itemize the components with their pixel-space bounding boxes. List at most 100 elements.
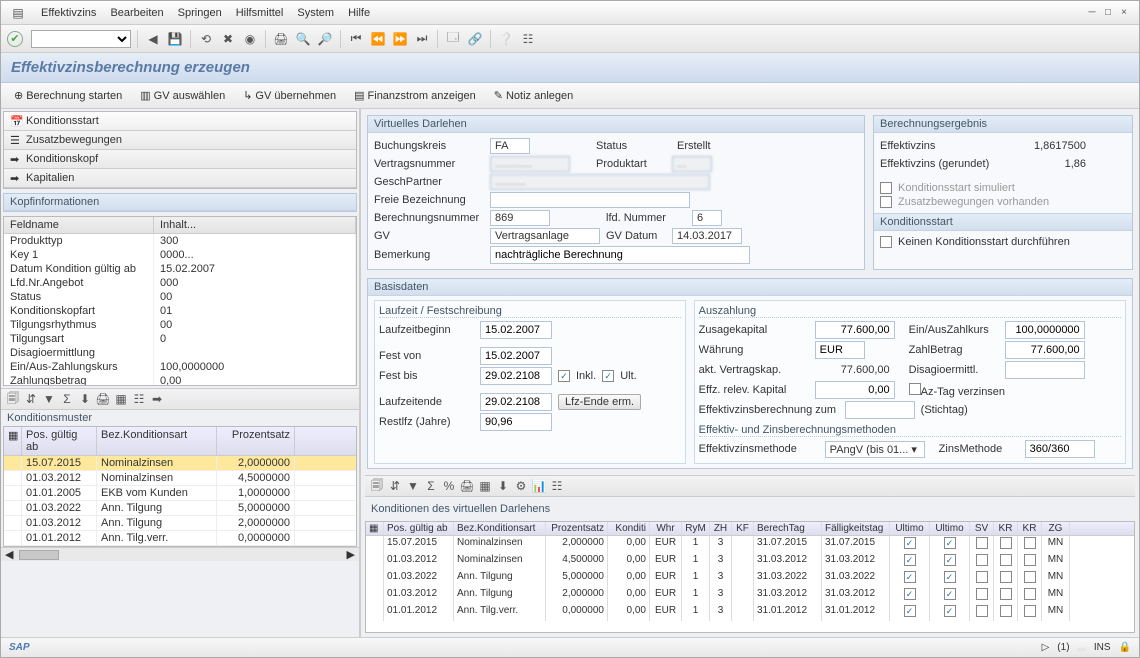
gv-auswaehlen-button[interactable]: ▥GV auswählen	[133, 86, 232, 105]
settings-icon[interactable]: ⚙	[513, 478, 529, 494]
menu-springen[interactable]: Springen	[178, 7, 222, 19]
export2-icon[interactable]: ⬇	[495, 478, 511, 494]
effzmeth-select[interactable]: PAngV (bis 01... ▾	[825, 441, 925, 458]
kondition-row[interactable]: 15.07.2015Nominalzinsen2,0000000,00EUR13…	[366, 536, 1134, 553]
menu-effektivzins[interactable]: Effektivzins	[41, 7, 96, 19]
eak-field[interactable]	[1005, 321, 1085, 339]
inkl-checkbox[interactable]	[558, 370, 570, 382]
buchungskreis-field[interactable]: FA	[490, 138, 530, 154]
waehrung-field[interactable]	[815, 341, 865, 359]
last-icon[interactable]: ⏭	[413, 30, 431, 48]
back-icon[interactable]: ◀	[144, 30, 162, 48]
berechnr-field[interactable]: 869	[490, 210, 550, 226]
subtotal-icon[interactable]: %	[441, 478, 457, 494]
no-konditionsstart-checkbox[interactable]	[880, 236, 892, 248]
kopfinfo-row[interactable]: Konditionskopfart01	[4, 304, 356, 318]
lz-ende-field[interactable]	[480, 393, 552, 411]
lz-beginn-field[interactable]	[480, 321, 552, 339]
finanzstrom-button[interactable]: ▤Finanzstrom anzeigen	[347, 86, 483, 105]
effzz-field[interactable]	[845, 401, 915, 419]
help-icon[interactable]: ❔	[497, 30, 515, 48]
detail-icon[interactable]: 🗐	[5, 391, 21, 407]
save-icon[interactable]: 💾	[166, 30, 184, 48]
sort2-icon[interactable]: ⇵	[387, 478, 403, 494]
kopfinfo-row[interactable]: Status00	[4, 290, 356, 304]
scroll-left-icon[interactable]: ◀	[5, 548, 13, 561]
ult-checkbox[interactable]	[602, 370, 614, 382]
more-icon[interactable]: ➡	[149, 391, 165, 407]
menu-system[interactable]: System	[297, 7, 334, 19]
findnext-icon[interactable]: 🔎	[316, 30, 334, 48]
filter2-icon[interactable]: ▼	[405, 478, 421, 494]
aztag-checkbox[interactable]	[909, 383, 921, 395]
layout-icon[interactable]: ☷	[519, 30, 537, 48]
kopfinfo-row[interactable]: Lfd.Nr.Angebot000	[4, 276, 356, 290]
kondition-row[interactable]: 01.03.2022Ann. Tilgung5,0000000,00EUR133…	[366, 570, 1134, 587]
find-icon[interactable]: 🔍	[294, 30, 312, 48]
scroll-right-icon[interactable]: ▶	[347, 548, 355, 561]
menu-hilfe[interactable]: Hilfe	[348, 7, 370, 19]
gv-uebernehmen-button[interactable]: ↳GV übernehmen	[236, 86, 343, 105]
konditionen-table[interactable]: ▦ Pos. gültig ab Bez.Konditionsart Proze…	[365, 521, 1135, 633]
kmuster-row[interactable]: 15.07.2015Nominalzinsen2,0000000	[4, 456, 356, 471]
sort-icon[interactable]: ⇵	[23, 391, 39, 407]
detail2-icon[interactable]: 🗐	[369, 478, 385, 494]
kopfinfo-row[interactable]: Zahlungsbetrag0,00	[4, 374, 356, 386]
zinsmeth-field[interactable]	[1025, 440, 1095, 458]
exit-icon[interactable]: ⟲	[197, 30, 215, 48]
okcode-field[interactable]	[31, 30, 131, 48]
kmuster-row[interactable]: 01.03.2012Ann. Tilgung2,0000000	[4, 516, 356, 531]
menu-hilfsmittel[interactable]: Hilfsmittel	[236, 7, 284, 19]
prev-icon[interactable]: ⏪	[369, 30, 387, 48]
export-icon[interactable]: ⬇	[77, 391, 93, 407]
sum2-icon[interactable]: Σ	[423, 478, 439, 494]
excel2-icon[interactable]: ▦	[477, 478, 493, 494]
left-scrollbar[interactable]: ◀ ▶	[1, 547, 359, 561]
kopfinfo-list[interactable]: Feldname Inhalt... Produkttyp300Key 1000…	[3, 216, 357, 386]
layout3-icon[interactable]: ☷	[549, 478, 565, 494]
enter-icon[interactable]: ✔	[7, 31, 23, 47]
bemerkung-field[interactable]	[490, 246, 750, 264]
lfz-ende-button[interactable]: Lfz-Ende erm.	[558, 394, 641, 410]
kopfinfo-row[interactable]: Disagioermittlung	[4, 346, 356, 360]
print2-icon[interactable]: 🖨	[95, 391, 111, 407]
kondition-row[interactable]: 01.01.2012Ann. Tilg.verr.0,0000000,00EUR…	[366, 604, 1134, 621]
effzkap-field[interactable]	[815, 381, 895, 399]
filter-icon[interactable]: ▼	[41, 391, 57, 407]
restlfz-field[interactable]	[480, 413, 552, 431]
print3-icon[interactable]: 🖨	[459, 478, 475, 494]
notiz-anlegen-button[interactable]: ✎Notiz anlegen	[487, 86, 581, 105]
kopfinfo-row[interactable]: Tilgungsart0	[4, 332, 356, 346]
freie-field[interactable]	[490, 192, 690, 208]
first-icon[interactable]: ⏮	[347, 30, 365, 48]
kmuster-table[interactable]: ▦ Pos. gültig ab Bez.Konditionsart Proze…	[3, 426, 357, 547]
sum-icon[interactable]: Σ	[59, 391, 75, 407]
tab-konditionskopf[interactable]: ➡Konditionskopf	[4, 150, 356, 169]
restore-icon[interactable]: □	[1101, 6, 1115, 20]
lfdnr-field[interactable]: 6	[692, 210, 722, 226]
next-icon[interactable]: ⏩	[391, 30, 409, 48]
zusage-field[interactable]	[815, 321, 895, 339]
kopfinfo-row[interactable]: Tilgungsrhythmus00	[4, 318, 356, 332]
tab-konditionsstart[interactable]: 📅Konditionsstart	[4, 112, 356, 131]
excel-icon[interactable]: ▦	[113, 391, 129, 407]
cancel-icon[interactable]: ✖	[219, 30, 237, 48]
festbis-field[interactable]	[480, 367, 552, 385]
menu-bearbeiten[interactable]: Bearbeiten	[110, 7, 163, 19]
graph-icon[interactable]: 📊	[531, 478, 547, 494]
kondition-row[interactable]: 01.03.2012Nominalzinsen4,5000000,00EUR13…	[366, 553, 1134, 570]
tab-kapitalien[interactable]: ➡Kapitalien	[4, 169, 356, 188]
status-play-icon[interactable]: ▷	[1042, 642, 1050, 653]
gv-field[interactable]: Vertragsanlage	[490, 228, 600, 244]
kmuster-row[interactable]: 01.01.2012Ann. Tilg.verr.0,0000000	[4, 531, 356, 546]
session-icon[interactable]: 🗔	[444, 30, 462, 48]
kopfinfo-row[interactable]: Datum Kondition gültig ab15.02.2007	[4, 262, 356, 276]
kmuster-row[interactable]: 01.03.2022Ann. Tilgung5,0000000	[4, 501, 356, 516]
kopfinfo-row[interactable]: Ein/Aus-Zahlungskurs100,0000000	[4, 360, 356, 374]
kmuster-row[interactable]: 01.01.2005EKB vom Kunden1,0000000	[4, 486, 356, 501]
minimize-icon[interactable]: ─	[1085, 6, 1099, 20]
nav-icon[interactable]: ◉	[241, 30, 259, 48]
print-icon[interactable]: 🖨	[272, 30, 290, 48]
kmuster-row[interactable]: 01.03.2012Nominalzinsen4,5000000	[4, 471, 356, 486]
tab-zusatzbewegungen[interactable]: ☰Zusatzbewegungen	[4, 131, 356, 150]
